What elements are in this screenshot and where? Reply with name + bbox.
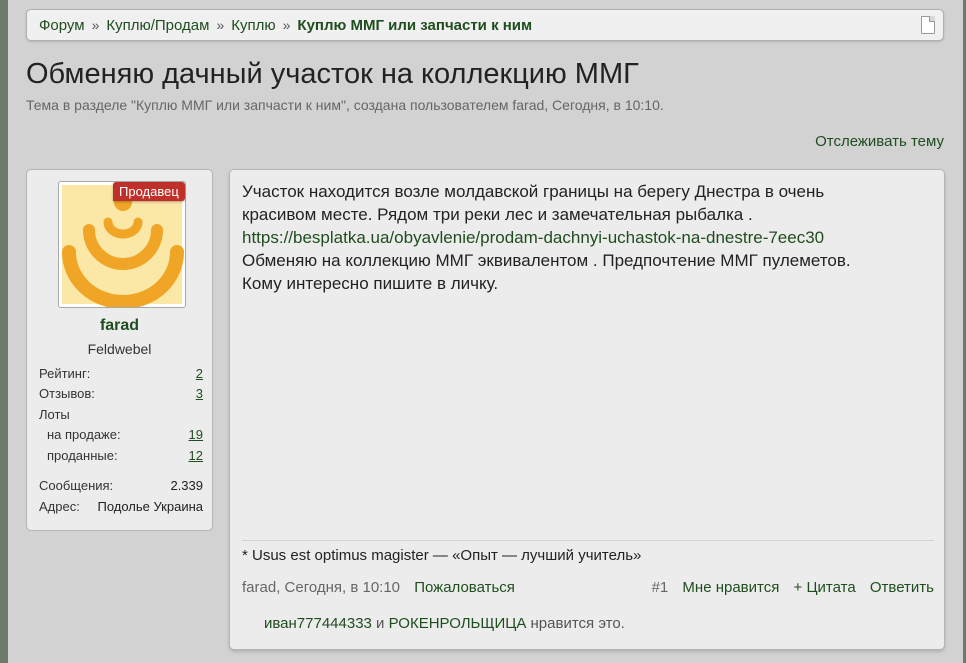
signature-divider [242, 540, 934, 541]
stat-sold-value[interactable]: 12 [189, 448, 203, 463]
breadcrumb-separator: » [91, 17, 100, 33]
post-text-line: Кому интересно пишите в личку. [242, 274, 499, 293]
stat-reviews-label: Отзывов: [39, 386, 95, 401]
breadcrumb: Форум » Куплю/Продам » Куплю » Куплю ММГ… [26, 9, 944, 41]
username[interactable]: farad [27, 317, 212, 335]
stat-on-sale-value[interactable]: 19 [189, 427, 203, 442]
liker-link[interactable]: РОКЕНРОЛЬЩИЦА [389, 615, 527, 632]
user-rank: Feldwebel [87, 341, 152, 357]
post-footer: farad, Сегодня, в 10:10 Пожаловаться #1 … [242, 579, 934, 596]
stat-messages-value: 2.339 [170, 478, 203, 493]
breadcrumb-item-buy[interactable]: Куплю [231, 17, 275, 34]
stat-lots-label: Лоты [39, 407, 70, 422]
post-footer-right: #1 Мне нравится + Цитата Ответить [652, 579, 934, 596]
likes-and: и [371, 615, 389, 632]
breadcrumb-item-buy-sell[interactable]: Куплю/Продам [106, 17, 209, 34]
breadcrumb-separator: » [216, 17, 225, 33]
stat-rating-label: Рейтинг: [39, 366, 91, 381]
reply-button[interactable]: Ответить [870, 579, 934, 596]
stat-on-sale-label: на продаже: [47, 427, 121, 442]
post-footer-left: farad, Сегодня, в 10:10 Пожаловаться [242, 579, 525, 596]
breadcrumb-separator: » [282, 17, 291, 33]
stat-sold: проданные: 12 [39, 448, 203, 463]
seller-badge: Продавец [113, 182, 185, 201]
stat-sold-label: проданные: [47, 448, 118, 463]
stat-messages-label: Сообщения: [39, 478, 114, 493]
signature: * Usus est optimus magister — «Опыт — лу… [242, 547, 642, 564]
post: Участок находится возле молдавской грани… [229, 169, 945, 650]
post-meta[interactable]: farad, Сегодня, в 10:10 [242, 579, 400, 596]
breadcrumb-current[interactable]: Куплю ММГ или запчасти к ним [297, 17, 532, 34]
stat-reviews-value[interactable]: 3 [196, 386, 203, 401]
likes-suffix: нравится это. [526, 615, 625, 632]
like-button[interactable]: Мне нравится [682, 579, 779, 596]
post-number[interactable]: #1 [652, 579, 669, 596]
post-external-link[interactable]: https://besplatka.ua/obyavlenie/prodam-d… [242, 226, 932, 249]
stat-reviews: Отзывов: 3 [39, 386, 203, 401]
post-text-line: Участок находится возле молдавской грани… [242, 182, 825, 201]
likes-summary: иван777444333 и РОКЕНРОЛЬЩИЦА нравится э… [264, 615, 625, 632]
post-body: Участок находится возле молдавской грани… [242, 180, 932, 295]
stat-lots: Лоты [39, 407, 203, 422]
stat-on-sale: на продаже: 19 [39, 427, 203, 442]
stat-address: Адрес: Подолье Украина [39, 499, 203, 514]
page-title: Обменяю дачный участок на коллекцию ММГ [26, 58, 639, 90]
thread-subtitle: Тема в разделе "Куплю ММГ или запчасти к… [26, 97, 664, 113]
report-link[interactable]: Пожаловаться [414, 579, 515, 596]
stat-rating: Рейтинг: 2 [39, 366, 203, 381]
post-text-line: Обменяю на коллекцию ММГ эквивалентом . … [242, 251, 851, 270]
stat-address-label: Адрес: [39, 499, 80, 514]
liker-link[interactable]: иван777444333 [264, 615, 372, 632]
watch-thread-link[interactable]: Отслеживать тему [815, 133, 944, 150]
stat-rating-value[interactable]: 2 [196, 366, 203, 381]
page: Форум » Куплю/Продам » Куплю » Куплю ММГ… [8, 0, 963, 663]
page-icon[interactable] [921, 16, 935, 34]
quote-button[interactable]: + Цитата [794, 579, 856, 596]
stat-address-value: Подолье Украина [97, 499, 203, 514]
stat-messages: Сообщения: 2.339 [39, 478, 203, 493]
breadcrumb-item-forum[interactable]: Форум [39, 17, 85, 34]
sun-logo-arc-inner [103, 217, 143, 239]
post-text-line: красивом месте. Рядом три реки лес и зам… [242, 205, 753, 224]
user-panel: Продавец farad Feldwebel Рейтинг: 2 Отзы… [26, 169, 213, 531]
